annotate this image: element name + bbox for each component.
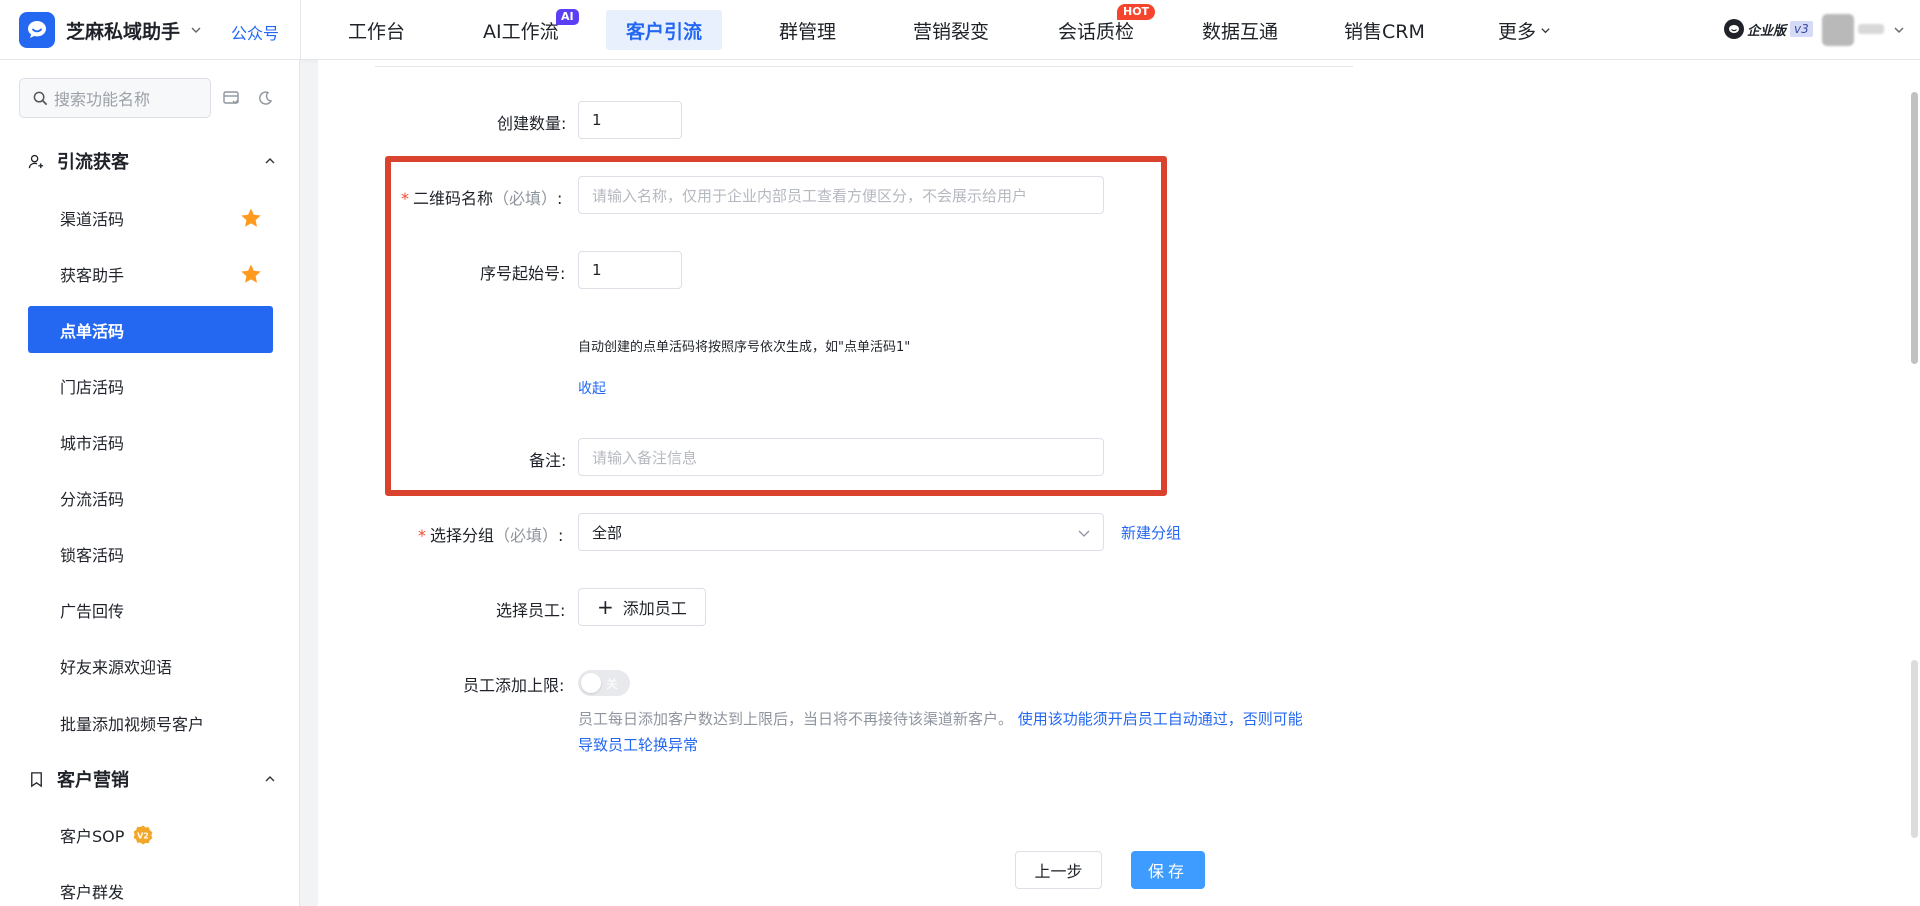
sidebar-item-batch-add-video-customers[interactable]: 批量添加视频号客户 (28, 699, 273, 746)
nav-tab-workbench[interactable]: 工作台 (348, 10, 405, 50)
nav-tab-marketing-fission[interactable]: 营销裂变 (913, 10, 989, 50)
group-select-label: * 选择分组（必填）: (418, 526, 564, 545)
toggle-knob (581, 673, 601, 693)
user-avatar[interactable] (1822, 14, 1854, 46)
sidebar-item-ad-callback[interactable]: 广告回传 (28, 586, 273, 633)
v2-badge-icon: V2 (134, 825, 153, 844)
user-name-blurred (1858, 24, 1884, 34)
sidebar-item-customer-sop[interactable]: 客户SOP V2 (28, 811, 273, 858)
star-icon[interactable] (239, 206, 263, 230)
enterprise-label: 企业版 (1747, 23, 1787, 39)
user-add-icon (28, 154, 44, 168)
remark-label: 备注: (529, 451, 567, 470)
sidebar-item-city-qr[interactable]: 城市活码 (28, 418, 273, 465)
enterprise-edition-badge[interactable]: 企业版 v3 (1724, 17, 1813, 41)
card-icon[interactable] (222, 89, 240, 107)
section-divider (375, 66, 1353, 67)
official-account-link[interactable]: 公众号 (231, 20, 279, 44)
group-select[interactable]: 全部 (578, 513, 1104, 551)
sidebar-item-store-qr[interactable]: 门店活码 (28, 362, 273, 409)
staff-limit-label: 员工添加上限: (463, 676, 565, 695)
plus-icon: + (597, 595, 614, 619)
nav-tab-more[interactable]: 更多 (1498, 10, 1551, 50)
chevron-down-icon[interactable] (1893, 24, 1905, 36)
remark-input[interactable]: 请输入备注信息 (578, 438, 1104, 476)
moon-icon[interactable] (256, 89, 274, 107)
new-group-link[interactable]: 新建分组 (1121, 522, 1181, 543)
chevron-down-icon (191, 27, 201, 33)
chevron-up-icon (265, 776, 275, 782)
enterprise-version: v3 (1790, 21, 1813, 37)
qr-name-input[interactable]: 请输入名称，仅用于企业内部员工查看方便区分，不会展示给用户 (578, 176, 1104, 214)
sidebar-item-welcome-message[interactable]: 好友来源欢迎语 (28, 642, 273, 689)
nav-tab-customer-acquisition[interactable]: 客户引流 (606, 10, 723, 50)
sidebar-item-customer-broadcast[interactable]: 客户群发 (28, 867, 273, 906)
add-staff-button[interactable]: + 添加员工 (578, 588, 706, 626)
sidebar-item-order-qr[interactable]: 点单活码 (28, 306, 273, 353)
brand-logo-icon (19, 12, 55, 48)
sidebar-group-acquisition[interactable]: 引流获客 (28, 149, 276, 173)
qr-name-label: * 二维码名称（必填）: (401, 189, 563, 208)
start-number-input[interactable]: 1 (578, 251, 682, 289)
chevron-down-icon (1541, 27, 1550, 33)
staff-limit-description: 员工每日添加客户数达到上限后，当日将不再接待该渠道新客户。 使用该功能须开启员工… (578, 710, 1303, 754)
auto-create-hint: 自动创建的点单活码将按照序号依次生成，如"点单活码1" (578, 340, 911, 355)
bookmark-icon (31, 771, 42, 787)
chevron-up-icon (265, 158, 275, 164)
scrollbar-thumb-secondary[interactable] (1911, 660, 1918, 838)
collapse-link[interactable]: 收起 (578, 378, 606, 398)
brand-switcher[interactable]: 芝麻私域助手 (19, 12, 202, 48)
function-search-input[interactable]: 搜索功能名称 (19, 78, 211, 118)
scrollbar-thumb[interactable] (1911, 92, 1918, 364)
brand-name: 芝麻私域助手 (66, 20, 181, 43)
save-button[interactable]: 保存 (1131, 851, 1205, 889)
staff-limit-toggle[interactable]: 关 (578, 670, 630, 696)
sidebar-item-acquisition-assistant[interactable]: 获客助手 (28, 250, 273, 297)
create-count-label: 创建数量: (497, 114, 567, 133)
nav-tab-data-sync[interactable]: 数据互通 (1202, 10, 1278, 50)
create-count-input[interactable]: 1 (578, 101, 682, 139)
nav-tab-sales-crm[interactable]: 销售CRM (1344, 10, 1425, 50)
start-number-label: 序号起始号: (480, 264, 566, 283)
chevron-down-icon (1078, 530, 1090, 537)
sidebar-item-lock-qr[interactable]: 锁客活码 (28, 530, 273, 577)
nav-divider (300, 0, 301, 60)
sidebar-group-marketing[interactable]: 客户营销 (28, 767, 276, 791)
star-icon[interactable] (239, 262, 263, 286)
top-navigation-bar: 芝麻私域助手 公众号 工作台 AI工作流 AI 客户引流 群管理 营销裂变 会话… (0, 0, 1920, 60)
nav-tab-ai-workflow[interactable]: AI工作流 (483, 10, 559, 50)
enterprise-logo-icon (1724, 19, 1744, 39)
nav-tab-group-management[interactable]: 群管理 (779, 10, 836, 50)
ai-badge: AI (556, 9, 579, 25)
hot-badge: HOT (1117, 4, 1156, 20)
previous-step-button[interactable]: 上一步 (1015, 851, 1102, 889)
sidebar: 搜索功能名称 引流获客 渠道活码 获客助手 点单活码 门店活码 城市活码 分流活… (0, 60, 300, 906)
search-placeholder: 搜索功能名称 (54, 90, 151, 109)
staff-select-label: 选择员工: (496, 601, 566, 620)
sidebar-item-split-qr[interactable]: 分流活码 (28, 474, 273, 521)
sidebar-item-channel-qr[interactable]: 渠道活码 (28, 194, 273, 241)
search-icon (33, 91, 48, 105)
v2-badge-label: V2 (138, 831, 150, 840)
